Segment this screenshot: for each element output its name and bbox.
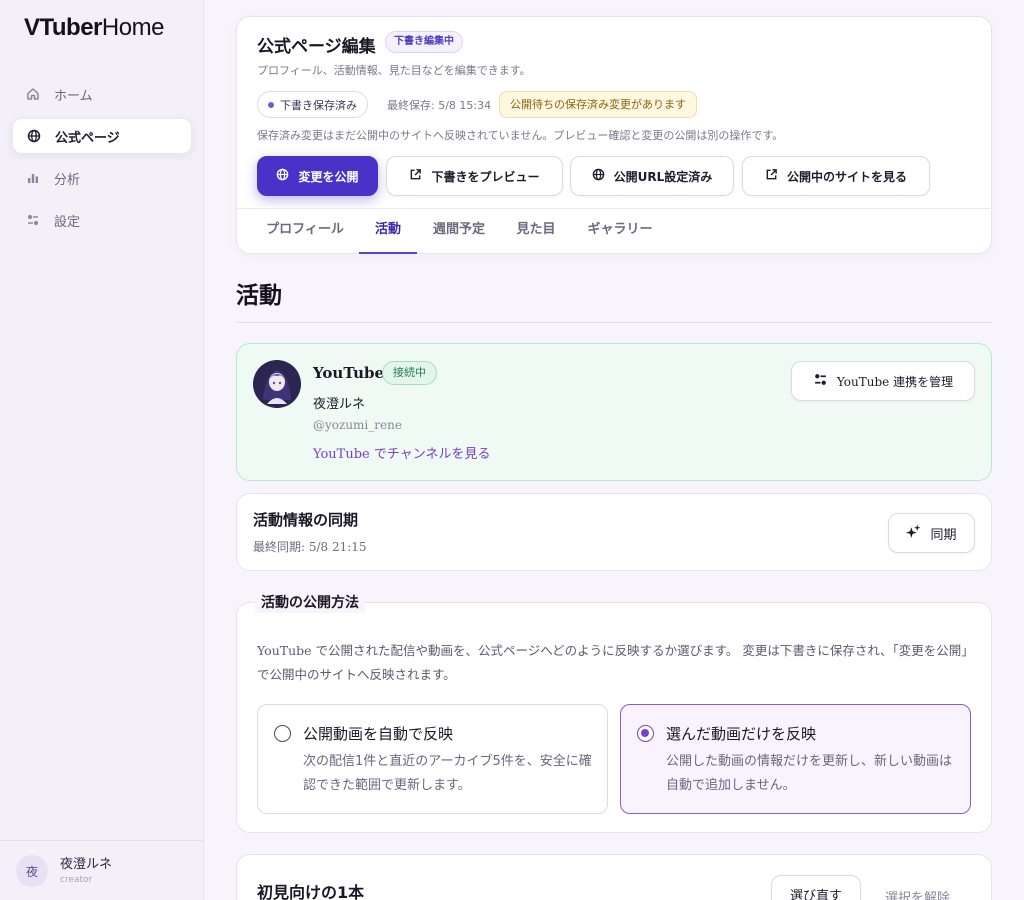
sidebar-item-label: ホーム — [54, 88, 93, 104]
section-title: 活動 — [236, 283, 282, 309]
sync-title: 活動情報の同期 — [253, 511, 359, 529]
tab-activity[interactable]: 活動 — [359, 209, 417, 254]
bar-chart-icon — [26, 171, 40, 185]
tab-appearance[interactable]: 見た目 — [507, 209, 565, 254]
sync-button[interactable]: 同期 — [888, 513, 975, 553]
sidebar: VTuberHome ホーム 公式ページ 分析 設定 夜 夜澄ルネ creato… — [0, 0, 204, 900]
channel-avatar — [253, 360, 301, 408]
option-selected-only[interactable]: 選んだ動画だけを反映 公開した動画の情報だけを更新し、新しい動画は自動で追加しま… — [620, 704, 971, 814]
tab-profile[interactable]: プロフィール — [257, 209, 353, 254]
publish-method-description: YouTube で公開された配信や動画を、公式ページへどのように反映するか選びま… — [257, 643, 968, 682]
publish-note: 保存済み変更はまだ公開中のサイトへ反映されていません。プレビュー確認と変更の公開… — [257, 129, 784, 142]
globe-icon — [276, 168, 289, 184]
preview-draft-button[interactable]: 下書きをプレビュー — [386, 156, 563, 196]
tab-gallery[interactable]: ギャラリー — [577, 209, 663, 254]
editor-header-card: 公式ページ編集 下書き編集中 プロフィール、活動情報、見た目などを編集できます。… — [236, 16, 993, 254]
page-title: 公式ページ編集 — [257, 37, 376, 57]
home-icon — [26, 87, 40, 101]
avatar: 夜 — [16, 855, 48, 887]
page-subtitle: プロフィール、活動情報、見た目などを編集できます。 — [257, 64, 531, 77]
app-logo[interactable]: VTuberHome — [24, 14, 164, 42]
globe-icon — [592, 168, 605, 184]
saved-status-label: 下書き保存済み — [280, 98, 357, 112]
publish-changes-button[interactable]: 変更を公開 — [257, 156, 378, 196]
sync-label: 同期 — [930, 527, 957, 543]
option-description: 公開した動画の情報だけを更新し、新しい動画は自動で追加しません。 — [666, 754, 953, 793]
sidebar-item-label: 分析 — [54, 172, 81, 188]
option-auto-publish[interactable]: 公開動画を自動で反映 次の配信1件と直近のアーカイブ5件を、安全に確認できた範囲… — [257, 704, 608, 814]
sidebar-item-analytics[interactable]: 分析 — [12, 160, 192, 196]
manage-youtube-label: YouTube 連携を管理 — [836, 374, 954, 389]
editor-tabs: プロフィール 活動 週間予定 見た目 ギャラリー — [237, 208, 993, 254]
sidebar-item-home[interactable]: ホーム — [12, 76, 192, 112]
publish-changes-label: 変更を公開 — [298, 169, 359, 184]
first-timer-video-card: 初見向けの1本 選び直す 選択を解除 — [236, 854, 992, 900]
tab-weekly-schedule[interactable]: 週間予定 — [423, 209, 495, 254]
clear-selection-button[interactable]: 選択を解除 — [885, 887, 950, 900]
youtube-connection-card: YouTube 接続中 夜澄ルネ @yozumi_rene YouTube でチ… — [236, 343, 992, 481]
user-role: creator — [60, 875, 93, 885]
last-saved-time: 最終保存: 5/8 15:34 — [387, 99, 492, 112]
user-name: 夜澄ルネ — [60, 857, 113, 872]
user-profile[interactable]: 夜 夜澄ルネ creator — [0, 840, 204, 900]
radio-button[interactable] — [274, 725, 291, 742]
external-link-icon — [409, 168, 422, 184]
pending-changes-warning: 公開待ちの保存済み変更があります — [499, 91, 697, 118]
connection-status-badge: 接続中 — [382, 361, 437, 385]
sparkle-icon — [906, 524, 921, 543]
view-live-site-button[interactable]: 公開中のサイトを見る — [742, 156, 930, 196]
public-url-button[interactable]: 公開URL設定済み — [570, 156, 734, 196]
section-divider — [236, 322, 992, 323]
service-name: YouTube — [313, 364, 385, 382]
manage-youtube-button[interactable]: YouTube 連携を管理 — [791, 361, 975, 401]
globe-icon — [27, 129, 41, 143]
publish-method-fieldset: 活動の公開方法 YouTube で公開された配信や動画を、公式ページへどのように… — [236, 593, 992, 833]
sidebar-item-label: 設定 — [54, 214, 81, 230]
saved-status-pill: 下書き保存済み — [257, 91, 368, 118]
last-sync-time: 最終同期: 5/8 21:15 — [253, 540, 367, 554]
option-description: 次の配信1件と直近のアーカイブ5件を、安全に確認できた範囲で更新します。 — [303, 754, 592, 793]
option-title: 公開動画を自動で反映 — [303, 725, 454, 743]
channel-name: 夜澄ルネ — [313, 397, 366, 412]
rechoose-button[interactable]: 選び直す — [771, 875, 861, 900]
draft-status-badge: 下書き編集中 — [385, 31, 463, 53]
sidebar-item-settings[interactable]: 設定 — [12, 202, 192, 238]
external-link-icon — [765, 168, 778, 184]
first-video-title: 初見向けの1本 — [257, 883, 365, 900]
option-title: 選んだ動画だけを反映 — [666, 725, 817, 743]
channel-handle: @yozumi_rene — [313, 418, 402, 432]
radio-button-selected[interactable] — [637, 725, 654, 742]
sliders-icon — [26, 213, 40, 227]
publish-method-legend: 活動の公開方法 — [255, 593, 365, 613]
main-content: 公式ページ編集 下書き編集中 プロフィール、活動情報、見た目などを編集できます。… — [204, 0, 1024, 900]
sliders-icon — [813, 372, 828, 390]
view-live-site-label: 公開中のサイトを見る — [786, 169, 907, 184]
sidebar-item-label: 公式ページ — [55, 130, 120, 146]
status-dot-icon — [268, 101, 274, 108]
preview-draft-label: 下書きをプレビュー — [431, 169, 540, 184]
public-url-label: 公開URL設定済み — [613, 169, 713, 184]
sidebar-item-official-page[interactable]: 公式ページ — [12, 118, 192, 154]
view-channel-link[interactable]: YouTube でチャンネルを見る — [313, 443, 490, 462]
activity-sync-card: 活動情報の同期 最終同期: 5/8 21:15 同期 — [236, 493, 992, 571]
sidebar-nav: ホーム 公式ページ 分析 設定 — [12, 76, 192, 244]
